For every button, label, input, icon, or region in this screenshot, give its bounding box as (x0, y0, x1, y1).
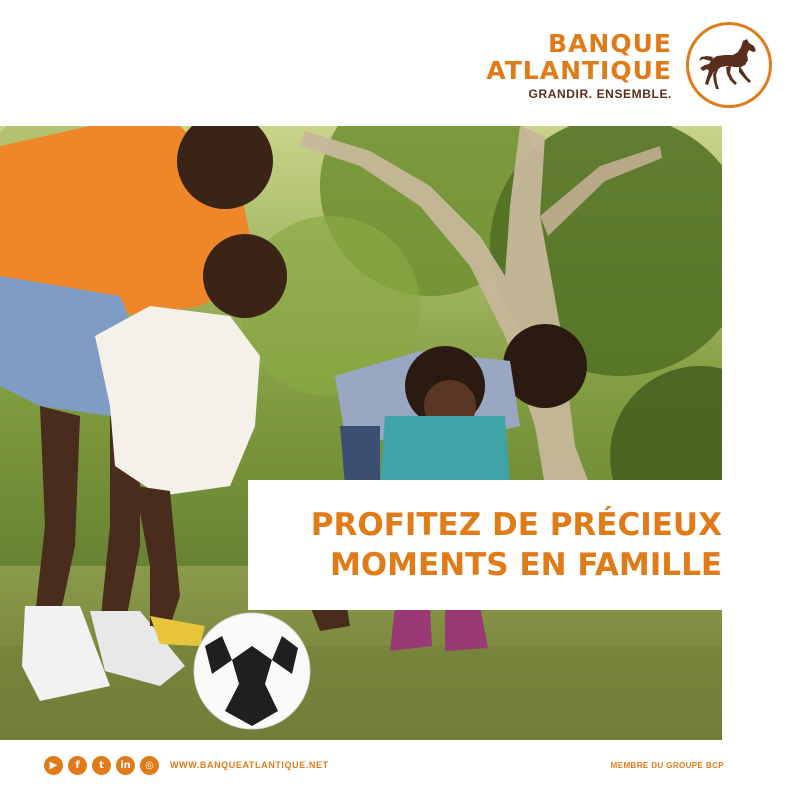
footer: ▶ f t in ◎ WWW.BANQUEATLANTIQUE.NET MEMB… (44, 754, 724, 776)
brand-name-line2: ATLANTIQUE (486, 55, 672, 85)
social-links: ▶ f t in ◎ (44, 755, 164, 775)
headline-panel: PROFITEZ DE PRÉCIEUX MOMENTS EN FAMILLE (248, 480, 722, 610)
brand-wordmark: BANQUE ATLANTIQUE GRANDIR. ENSEMBLE. (486, 30, 672, 101)
brand-tagline: GRANDIR. ENSEMBLE. (528, 86, 672, 101)
brand-name-line1: BANQUE (548, 28, 672, 58)
website-link[interactable]: WWW.BANQUEATLANTIQUE.NET (170, 760, 329, 770)
youtube-icon[interactable]: ▶ (44, 755, 63, 775)
twitter-icon[interactable]: t (92, 755, 111, 775)
headline-line1: PROFITEZ DE PRÉCIEUX (310, 507, 722, 543)
family-playing-soccer-photo (0, 126, 722, 740)
brand-logo: BANQUE ATLANTIQUE GRANDIR. ENSEMBLE. (486, 22, 772, 108)
linkedin-icon[interactable]: in (116, 755, 135, 775)
group-membership-text: MEMBRE DU GROUPE BCP (610, 760, 724, 770)
horse-icon (686, 22, 772, 108)
facebook-icon[interactable]: f (68, 755, 87, 775)
instagram-icon[interactable]: ◎ (140, 755, 159, 775)
headline-line2: MOMENTS EN FAMILLE (329, 547, 722, 583)
